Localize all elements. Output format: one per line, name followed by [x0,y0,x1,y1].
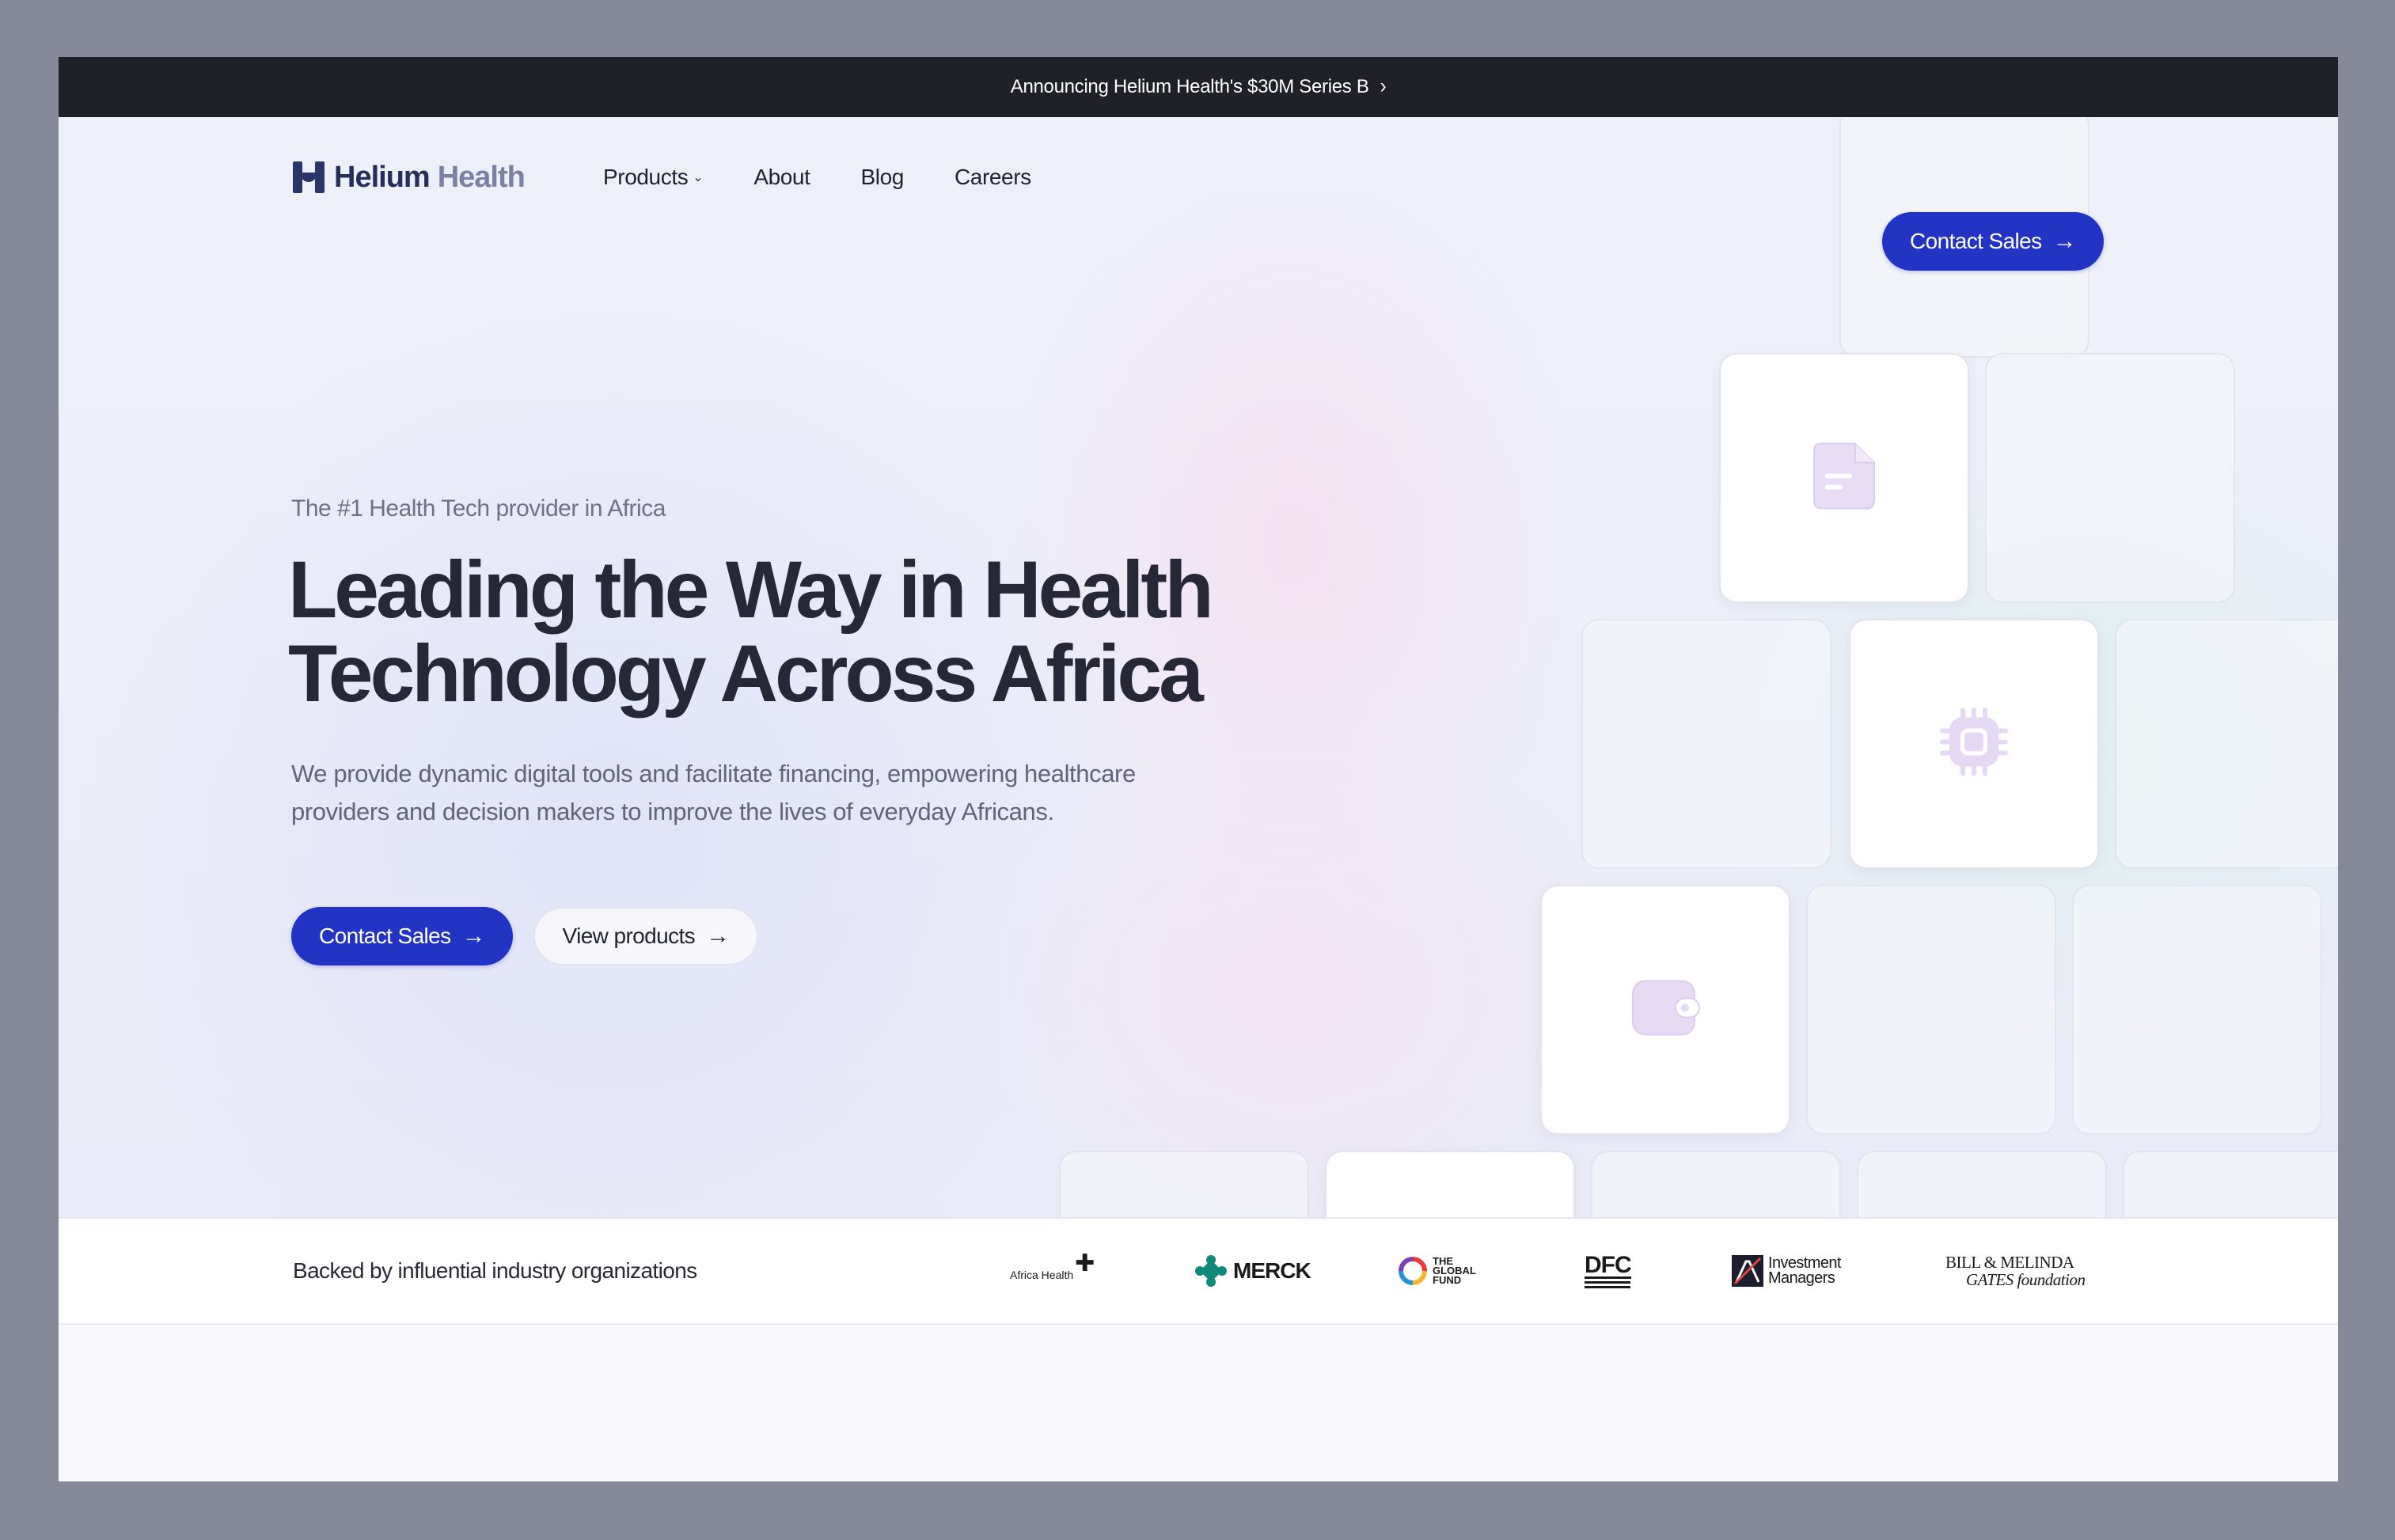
global-fund-mark-icon [1399,1257,1427,1285]
dfc-logo: DFC [1585,1250,1632,1292]
brand-name-part2: Health [437,160,526,194]
brand-logo[interactable]: Helium Health [293,160,526,195]
wallet-icon [1630,978,1701,1042]
axa-mark-icon [1732,1255,1763,1287]
nav-item-products[interactable]: Products ⌄ [603,165,704,190]
decor-tile [1059,1151,1309,1217]
chip-icon [1938,707,2010,782]
upload-tile [1325,1151,1575,1217]
nav-item-label[interactable]: Blog [861,165,905,190]
nav-contact-sales-button[interactable]: Contact Sales → [1882,212,2104,271]
decor-tile [1806,885,2056,1135]
backers-label: Backed by influential industry organizat… [293,1258,697,1283]
arrow-right-icon[interactable]: → [706,923,730,950]
merck-mark-icon [1195,1255,1227,1287]
wallet-tile [1540,885,1790,1135]
announcement-bar[interactable]: Announcing Helium Health's $30M Series B… [59,57,2338,117]
merck-logo: MERCK [1195,1250,1311,1292]
chevron-right-icon[interactable]: › [1380,75,1387,100]
headline-line: Technology Across Africa [288,628,1204,719]
document-tile [1719,353,1969,603]
global-fund-logo: THE GLOBAL FUND [1398,1250,1476,1292]
hero-description: We provide dynamic digital tools and fac… [291,760,1136,825]
nav-item-careers[interactable]: Careers [955,165,1031,190]
helium-h-logo-icon [293,161,325,193]
decor-tile [2123,1151,2338,1217]
plus-icon: ✚ [1075,1250,1095,1276]
africa-health-logo: Africa Health ✚ [1010,1250,1095,1282]
main-nav: Products ⌄ About Blog Careers [603,160,1082,195]
headline-line: Leading the Way in Health [288,544,1214,635]
decor-tile [1985,353,2235,603]
hero-eyebrow: The #1 Health Tech provider in Africa [291,495,666,522]
browser-viewport: Announcing Helium Health's $30M Series B… [59,57,2338,1481]
decor-tile [2072,885,2322,1135]
announcement-text[interactable]: Announcing Helium Health's $30M Series B [1011,76,1369,98]
hero-contact-sales-button[interactable]: Contact Sales → [291,907,513,965]
hero-headline: Leading the Way in Health Technology Acr… [288,548,1238,715]
arrow-right-icon[interactable]: → [462,923,486,950]
nav-item-blog[interactable]: Blog [861,165,905,190]
button-label[interactable]: Contact Sales [319,924,451,949]
chevron-down-icon[interactable]: ⌄ [693,169,703,185]
document-icon [1811,441,1877,516]
lower-page-area [59,1325,2338,1481]
decor-tile [1857,1151,2107,1217]
arrow-right-icon[interactable]: → [2053,228,2077,255]
nav-item-label[interactable]: About [753,165,810,190]
chip-tile [1849,619,2099,869]
button-label[interactable]: View products [563,924,696,949]
view-products-button[interactable]: View products → [533,907,758,965]
nav-item-label[interactable]: Careers [955,165,1031,190]
nav-item-label[interactable]: Products [603,165,689,190]
decor-tile [1581,619,1831,869]
backers-strip: Backed by influential industry organizat… [59,1217,2338,1325]
gates-foundation-logo: BILL & MELINDA GATES foundation [1945,1253,2086,1289]
button-label[interactable]: Contact Sales [1910,229,2042,254]
decor-tile [2115,619,2338,869]
brand-name-part1: Helium [334,160,431,194]
hero-section: Helium Health Products ⌄ About Blog Care… [59,117,2338,1217]
decor-tile [1591,1151,1841,1217]
nav-item-about[interactable]: About [753,165,810,190]
axa-logo: Investment Managers [1732,1250,1841,1292]
